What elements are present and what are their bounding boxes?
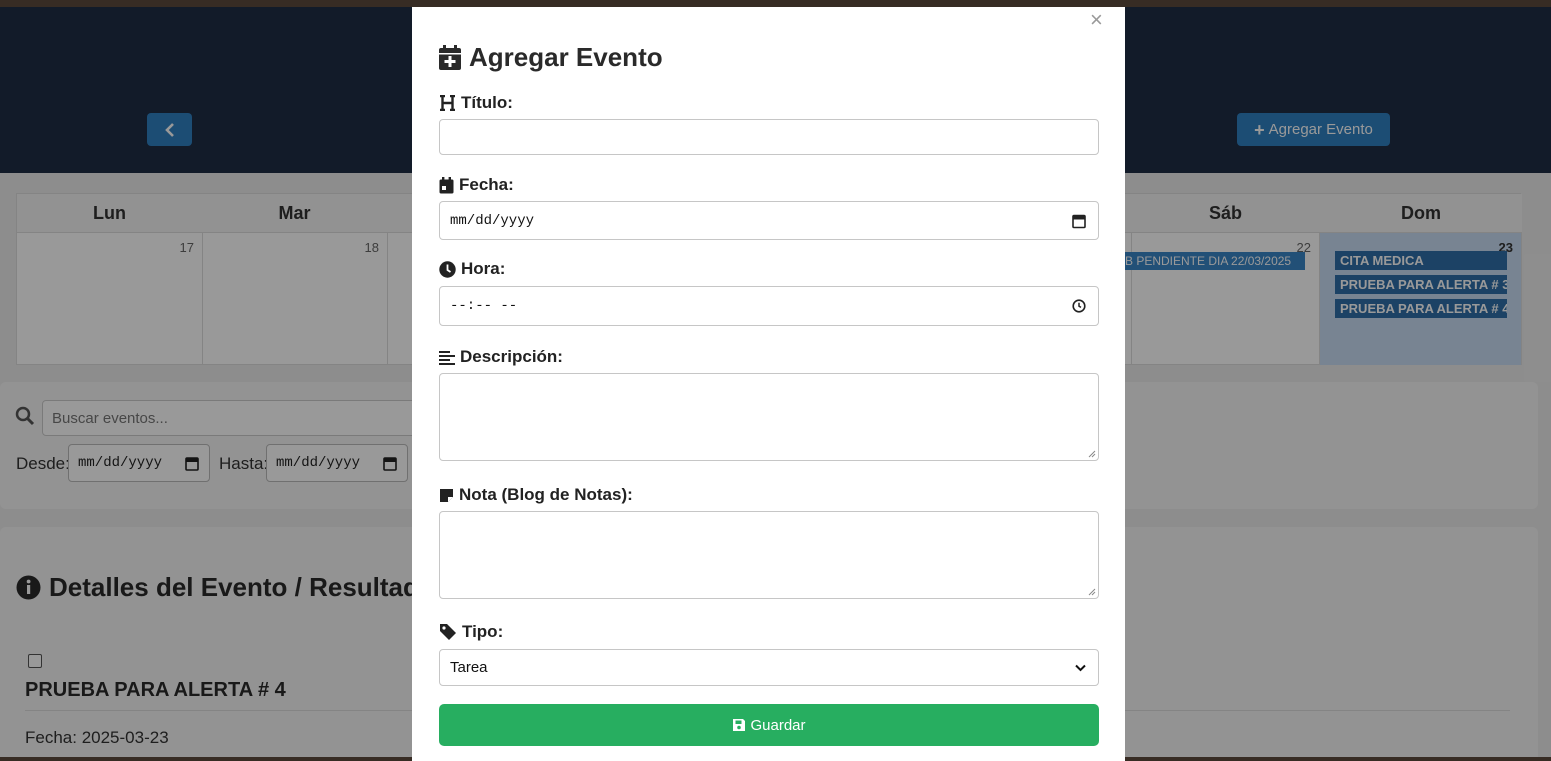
calendar-plus-icon xyxy=(439,44,461,70)
time-placeholder: --:-- -- xyxy=(450,298,518,314)
note-textarea[interactable] xyxy=(439,511,1099,599)
chevron-down-icon xyxy=(1075,664,1086,671)
title-label: Título: xyxy=(439,93,513,113)
add-event-modal: × Agregar Evento Título: Fecha: mm/dd/yy… xyxy=(412,7,1125,761)
save-button[interactable]: Guardar xyxy=(439,704,1099,746)
time-label-text: Hora: xyxy=(461,259,506,278)
save-icon xyxy=(733,719,746,731)
date-label-text: Fecha: xyxy=(459,175,514,194)
tag-icon xyxy=(440,624,456,640)
type-select[interactable]: Tarea xyxy=(439,649,1099,686)
date-input[interactable]: mm/dd/yyyy xyxy=(439,201,1099,240)
note-label-text: Nota (Blog de Notas): xyxy=(459,485,633,504)
note-label: Nota (Blog de Notas): xyxy=(439,485,633,505)
clock-picker-icon[interactable] xyxy=(1072,299,1086,313)
modal-title: Agregar Evento xyxy=(438,42,663,73)
title-input[interactable] xyxy=(439,119,1099,155)
calendar-icon xyxy=(439,176,454,193)
type-label-text: Tipo: xyxy=(462,622,504,641)
heading-icon xyxy=(440,95,455,111)
description-textarea[interactable] xyxy=(439,373,1099,461)
date-label: Fecha: xyxy=(439,175,514,195)
clock-icon xyxy=(439,260,456,278)
align-left-icon xyxy=(439,350,455,365)
type-select-value: Tarea xyxy=(450,659,488,676)
calendar-picker-icon[interactable] xyxy=(1072,213,1086,228)
sticky-note-icon xyxy=(440,488,453,502)
time-input[interactable]: --:-- -- xyxy=(439,286,1099,326)
modal-title-text: Agregar Evento xyxy=(469,42,663,72)
resize-handle-icon[interactable] xyxy=(1088,588,1096,596)
type-label: Tipo: xyxy=(439,622,503,642)
resize-handle-icon[interactable] xyxy=(1088,450,1096,458)
save-label: Guardar xyxy=(750,716,806,734)
description-label: Descripción: xyxy=(439,347,563,367)
close-button[interactable]: × xyxy=(1090,7,1103,33)
title-label-text: Título: xyxy=(461,93,513,112)
date-placeholder: mm/dd/yyyy xyxy=(450,212,535,229)
description-label-text: Descripción: xyxy=(460,347,563,366)
time-label: Hora: xyxy=(439,259,505,279)
